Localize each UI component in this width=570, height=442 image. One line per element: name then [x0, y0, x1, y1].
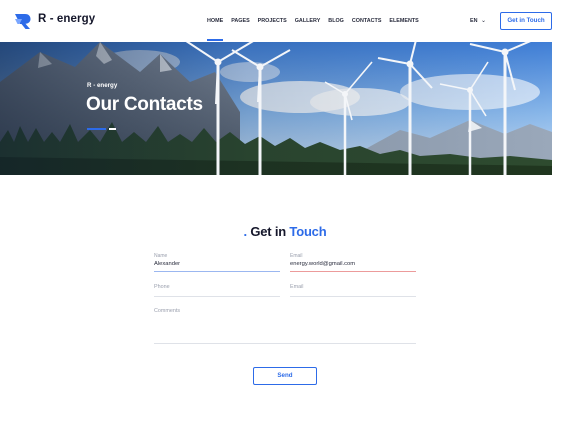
email2-input[interactable]: Email: [290, 284, 416, 290]
comments-underline: [154, 343, 416, 344]
logo-icon[interactable]: [14, 12, 32, 30]
name-input[interactable]: Alexander: [154, 261, 280, 267]
page-title: Our Contacts: [86, 94, 203, 115]
email-label: Email: [290, 253, 303, 259]
main-nav: HOME PAGES PROJECTS GALLERY BLOG CONTACT…: [207, 18, 427, 41]
email2-field[interactable]: Email: [290, 284, 416, 298]
email2-underline: [290, 296, 416, 297]
phone-field[interactable]: Phone: [154, 284, 280, 298]
title-underline-accent: [87, 128, 106, 130]
name-field[interactable]: Name Alexander: [154, 253, 280, 273]
title-underline-secondary: [109, 128, 116, 130]
hero-banner: R - energy Our Contacts: [0, 42, 552, 175]
get-in-touch-button[interactable]: Get in Touch: [500, 12, 552, 30]
section-title: . Get in Touch: [0, 224, 570, 239]
site-header: R - energy HOME PAGES PROJECTS GALLERY B…: [0, 0, 570, 42]
chevron-down-icon[interactable]: ⌄: [481, 17, 486, 24]
email-field[interactable]: Email energy.world@gmail.com: [290, 253, 416, 273]
title-accent: Touch: [289, 224, 327, 239]
nav-elements[interactable]: ELEMENTS: [389, 18, 418, 24]
brand-name[interactable]: R - energy: [38, 13, 95, 25]
language-selector[interactable]: EN: [470, 18, 478, 24]
phone-input[interactable]: Phone: [154, 284, 280, 290]
name-underline: [154, 271, 280, 272]
hero-image: [0, 42, 552, 175]
nav-pages[interactable]: PAGES: [231, 18, 249, 24]
nav-home[interactable]: HOME: [207, 18, 224, 41]
email-underline: [290, 271, 416, 272]
email-input[interactable]: energy.world@gmail.com: [290, 261, 416, 267]
send-button[interactable]: Send: [253, 367, 317, 385]
comments-field[interactable]: Comments: [154, 308, 416, 346]
comments-input[interactable]: Comments: [154, 308, 416, 314]
name-label: Name: [154, 253, 168, 259]
nav-contacts[interactable]: CONTACTS: [352, 18, 382, 24]
title-main: Get in: [250, 224, 290, 239]
phone-underline: [154, 296, 280, 297]
breadcrumb[interactable]: R - energy: [87, 82, 117, 89]
nav-gallery[interactable]: GALLERY: [295, 18, 321, 24]
nav-blog[interactable]: BLOG: [328, 18, 344, 24]
nav-projects[interactable]: PROJECTS: [258, 18, 287, 24]
